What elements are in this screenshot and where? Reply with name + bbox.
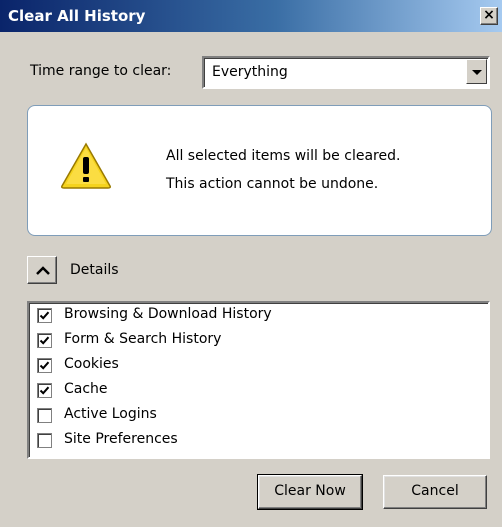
item-label: Site Preferences <box>64 431 178 447</box>
cancel-button[interactable]: Cancel <box>383 475 487 509</box>
warning-line-1: All selected items will be cleared. <box>166 148 401 164</box>
checkbox-cache[interactable] <box>37 383 52 398</box>
checkbox-form-search-history[interactable] <box>37 333 52 348</box>
chevron-up-icon <box>36 266 50 275</box>
item-label: Cache <box>64 381 108 397</box>
details-toggle-button[interactable] <box>27 256 57 284</box>
time-range-value: Everything <box>212 64 288 80</box>
details-label: Details <box>70 262 119 278</box>
time-range-label: Time range to clear: <box>30 63 172 79</box>
clear-now-button[interactable]: Clear Now <box>257 474 363 510</box>
warning-line-2: This action cannot be undone. <box>166 176 379 192</box>
checkbox-cookies[interactable] <box>37 358 52 373</box>
checkmark-icon <box>39 361 50 370</box>
item-label: Form & Search History <box>64 331 222 347</box>
dropdown-arrow-icon[interactable] <box>466 59 487 84</box>
clear-history-dialog: Clear All History × Time range to clear:… <box>0 0 504 529</box>
window-title: Clear All History <box>8 7 146 25</box>
checkmark-icon <box>39 386 50 395</box>
checkbox-browsing-history[interactable] <box>37 308 52 323</box>
close-button[interactable]: × <box>480 7 498 25</box>
item-label: Browsing & Download History <box>64 306 272 322</box>
checkbox-active-logins[interactable] <box>37 408 52 423</box>
title-bar[interactable]: Clear All History × <box>0 0 502 32</box>
checkmark-icon <box>39 311 50 320</box>
checkbox-site-preferences[interactable] <box>37 433 52 448</box>
item-label: Cookies <box>64 356 119 372</box>
time-range-select[interactable]: Everything <box>202 56 490 89</box>
warning-icon <box>61 142 111 189</box>
checkmark-icon <box>39 336 50 345</box>
warning-panel: All selected items will be cleared. This… <box>27 105 492 236</box>
items-list: Browsing & Download History Form & Searc… <box>27 301 490 459</box>
item-label: Active Logins <box>64 406 157 422</box>
